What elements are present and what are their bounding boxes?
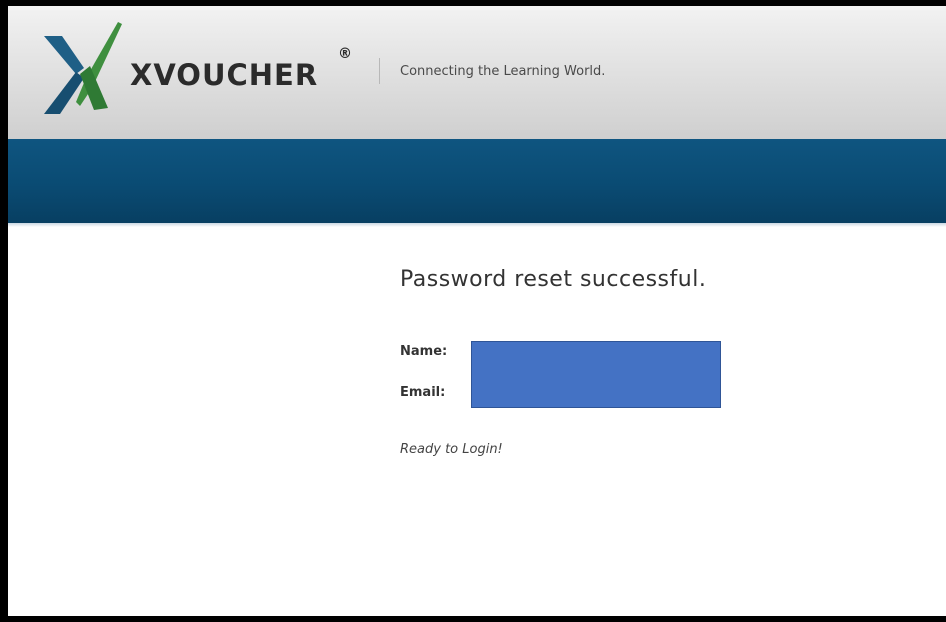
- email-label: Email:: [400, 385, 446, 400]
- page-title: Password reset successful.: [400, 267, 707, 292]
- page-frame: XVOUCHER ® Connecting the Learning World…: [8, 6, 946, 616]
- name-label: Name:: [400, 344, 448, 359]
- tagline: Connecting the Learning World.: [400, 64, 606, 79]
- main-content: Password reset successful. Name: Email: …: [8, 227, 946, 616]
- nav-bar: [8, 139, 946, 223]
- redaction-box: [471, 341, 721, 408]
- brand-name: XVOUCHER: [130, 58, 319, 92]
- site-header: XVOUCHER ® Connecting the Learning World…: [8, 6, 946, 139]
- header-separator: [379, 58, 380, 84]
- xvoucher-x-logo-icon: [44, 22, 122, 114]
- registered-mark: ®: [338, 46, 352, 62]
- ready-to-login-text: Ready to Login!: [400, 442, 503, 457]
